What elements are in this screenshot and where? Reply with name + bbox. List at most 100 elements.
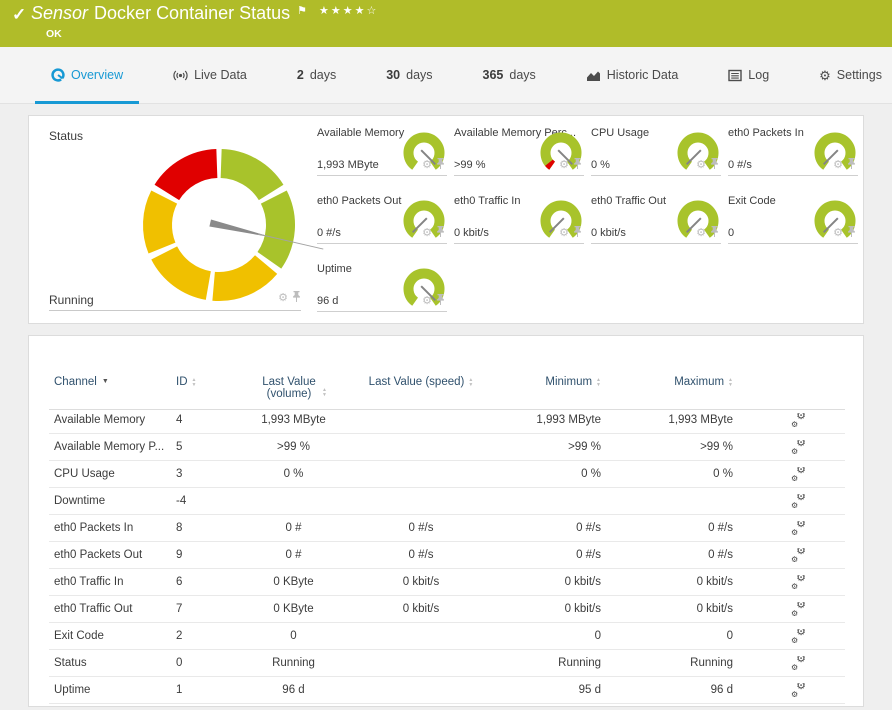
tab-number: 2 xyxy=(296,68,304,82)
th-id[interactable]: ID ▲ ▼ xyxy=(176,376,236,388)
gear-icon[interactable]: ⚙ xyxy=(833,228,843,239)
tab-label: days xyxy=(509,68,536,82)
channel-gauge-tile[interactable]: CPU Usage 0 % ⚙ xyxy=(591,126,721,176)
channel-settings-button[interactable]: ⚙ ⚙ xyxy=(733,602,843,616)
gear-icon[interactable]: ⚙ xyxy=(422,160,432,171)
table-row[interactable]: eth0 Packets Out 9 0 # 0 #/s 0 #/s 0 #/s ⚙ ⚙ xyxy=(49,542,845,569)
gears-icon: ⚙ ⚙ xyxy=(791,521,806,535)
channel-settings-button[interactable]: ⚙ ⚙ xyxy=(733,521,843,535)
channel-gauge-tile[interactable]: Available Memory 1,993 MByte ⚙ xyxy=(317,126,447,176)
tab-number: 30 xyxy=(386,68,401,82)
cell-channel: eth0 Packets Out xyxy=(54,549,143,561)
th-maximum[interactable]: Maximum ▲ ▼ xyxy=(601,376,733,388)
cell-maximum: Running xyxy=(690,657,733,669)
channel-gauge-value: 96 d xyxy=(317,295,339,307)
channel-gauge-grid: Available Memory 1,993 MByte ⚙ Available Me… xyxy=(317,126,865,330)
tab-label: Settings xyxy=(836,68,882,82)
table-row[interactable]: Available Memory 4 1,993 MByte 1,993 MByte 1… xyxy=(49,407,845,434)
gears-icon: ⚙ ⚙ xyxy=(791,467,806,481)
gear-icon[interactable]: ⚙ xyxy=(696,160,706,171)
th-minimum[interactable]: Minimum ▲ ▼ xyxy=(491,376,601,388)
table-row[interactable]: CPU Usage 3 0 % 0 % 0 % ⚙ ⚙ xyxy=(49,461,845,488)
flag-icon[interactable]: ⚑ xyxy=(297,4,307,17)
pin-icon[interactable] xyxy=(436,224,445,242)
channel-settings-button[interactable]: ⚙ ⚙ xyxy=(733,413,843,427)
tab-365-days[interactable]: 365 days xyxy=(477,47,542,103)
channel-gauge-tile[interactable]: Available Memory Perc... >99 % ⚙ xyxy=(454,126,584,176)
channel-settings-button[interactable]: ⚙ ⚙ xyxy=(733,656,843,670)
tab-settings[interactable]: ⚙ Settings xyxy=(813,47,888,103)
cell-id: -4 xyxy=(176,495,187,507)
tab-label: Overview xyxy=(71,68,124,82)
channel-gauge-tile[interactable]: eth0 Packets Out 0 #/s ⚙ xyxy=(317,194,447,244)
cell-channel: eth0 Traffic In xyxy=(54,576,124,588)
cell-last-value-volume: Running xyxy=(272,657,315,669)
table-header-row: Channel ▼ ID ▲ ▼ Last Value (volume) ▲ ▼ Last… xyxy=(49,376,845,410)
tab-2-days[interactable]: 2 days xyxy=(291,47,342,103)
pin-icon[interactable] xyxy=(847,156,856,174)
tab-historic-data[interactable]: Historic Data xyxy=(580,47,685,103)
tab-live-data[interactable]: Live Data xyxy=(167,47,253,103)
pin-icon[interactable] xyxy=(573,156,582,174)
table-row[interactable]: Uptime 1 96 d 95 d 96 d ⚙ ⚙ xyxy=(49,677,845,704)
channel-settings-button[interactable]: ⚙ ⚙ xyxy=(733,494,843,508)
table-row[interactable]: Status 0 Running Running Running ⚙ ⚙ xyxy=(49,650,845,677)
tab-overview[interactable]: Overview xyxy=(34,47,140,104)
gear-icon[interactable]: ⚙ xyxy=(559,228,569,239)
channel-gauge-tile[interactable]: eth0 Traffic Out 0 kbit/s ⚙ xyxy=(591,194,721,244)
gear-icon: ⚙ xyxy=(819,67,831,83)
tab-log[interactable]: Log xyxy=(722,47,775,103)
gear-icon[interactable]: ⚙ xyxy=(422,296,432,307)
channel-settings-button[interactable]: ⚙ ⚙ xyxy=(733,548,843,562)
gear-icon[interactable]: ⚙ xyxy=(696,228,706,239)
gear-icon[interactable]: ⚙ xyxy=(559,160,569,171)
cell-maximum: 1,993 MByte xyxy=(668,414,733,426)
pin-icon[interactable] xyxy=(847,224,856,242)
table-row[interactable]: eth0 Packets In 8 0 # 0 #/s 0 #/s 0 #/s ⚙ ⚙ xyxy=(49,515,845,542)
tab-label: Log xyxy=(748,68,770,82)
channel-settings-button[interactable]: ⚙ ⚙ xyxy=(733,440,843,454)
table-row[interactable]: Exit Code 2 0 0 0 ⚙ ⚙ xyxy=(49,623,845,650)
th-last-value-volume[interactable]: Last Value (volume) ▲ ▼ xyxy=(236,376,351,400)
sort-desc-icon: ▼ xyxy=(101,378,109,385)
gear-icon[interactable]: ⚙ xyxy=(422,228,432,239)
gear-icon[interactable]: ⚙ xyxy=(833,160,843,171)
channel-gauge-tile[interactable]: eth0 Packets In 0 #/s ⚙ xyxy=(728,126,858,176)
sensor-titleline: Sensor Docker Container Status ⚑ ★★★★☆ xyxy=(31,3,378,24)
channel-gauge-tile[interactable]: eth0 Traffic In 0 kbit/s ⚙ xyxy=(454,194,584,244)
channel-gauge-tile[interactable]: Uptime 96 d ⚙ xyxy=(317,262,447,312)
cell-id: 9 xyxy=(176,549,183,561)
status-gauge-tile[interactable]: Status Running ⚙ xyxy=(37,122,324,319)
pin-icon[interactable] xyxy=(710,156,719,174)
tab-30-days[interactable]: 30 days xyxy=(380,47,438,103)
cell-last-value-volume: >99 % xyxy=(277,441,310,453)
pin-icon[interactable] xyxy=(573,224,582,242)
pin-icon[interactable] xyxy=(292,289,301,307)
th-last-value-speed[interactable]: Last Value (speed) ▲ ▼ xyxy=(351,376,491,388)
channel-gauge-tile[interactable]: Exit Code 0 ⚙ xyxy=(728,194,858,244)
channel-settings-button[interactable]: ⚙ ⚙ xyxy=(733,683,843,697)
cell-maximum: 0 #/s xyxy=(708,549,733,561)
cell-minimum: 95 d xyxy=(578,684,601,696)
cell-id: 5 xyxy=(176,441,183,453)
table-row[interactable]: Downtime -4 ⚙ ⚙ xyxy=(49,488,845,515)
cell-minimum: 1,993 MByte xyxy=(536,414,601,426)
channel-settings-button[interactable]: ⚙ ⚙ xyxy=(733,629,843,643)
pin-icon[interactable] xyxy=(436,156,445,174)
cell-id: 3 xyxy=(176,468,183,480)
pin-icon[interactable] xyxy=(710,224,719,242)
overview-gauge-icon xyxy=(51,68,65,82)
pin-icon[interactable] xyxy=(436,292,445,310)
cell-last-value-volume: 0 % xyxy=(283,468,304,480)
table-row[interactable]: eth0 Traffic Out 7 0 KByte 0 kbit/s 0 kbit/s… xyxy=(49,596,845,623)
gears-icon: ⚙ ⚙ xyxy=(791,683,806,697)
cell-channel: eth0 Traffic Out xyxy=(54,603,133,615)
channel-settings-button[interactable]: ⚙ ⚙ xyxy=(733,575,843,589)
table-row[interactable]: Available Memory P... 5 >99 % >99 % >99 % ⚙ ⚙ xyxy=(49,434,845,461)
channel-gauge-value: 0 kbit/s xyxy=(454,227,489,239)
th-channel[interactable]: Channel ▼ xyxy=(49,376,176,388)
channel-settings-button[interactable]: ⚙ ⚙ xyxy=(733,467,843,481)
gear-icon[interactable]: ⚙ xyxy=(278,293,288,304)
rating-stars[interactable]: ★★★★☆ xyxy=(319,4,378,17)
table-row[interactable]: eth0 Traffic In 6 0 KByte 0 kbit/s 0 kbit/s 0… xyxy=(49,569,845,596)
